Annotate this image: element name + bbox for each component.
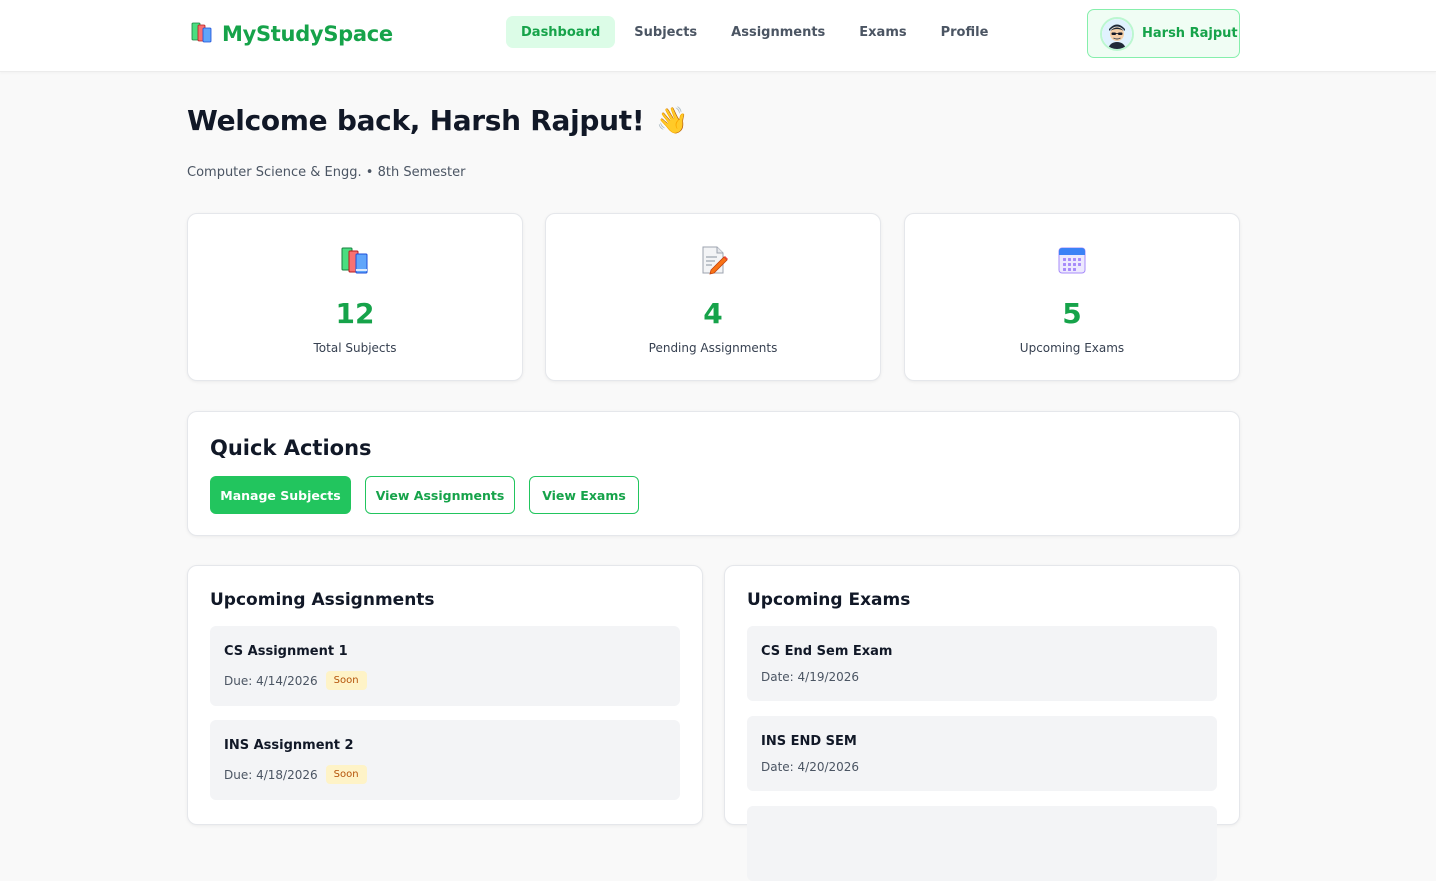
assignment-title: CS Assignment 1 [224,644,348,659]
quick-actions-panel: Quick Actions Manage Subjects View Assig… [187,411,1240,536]
status-badge: Soon [325,671,367,690]
stat-value: 5 [1062,297,1082,330]
exam-item-partial[interactable] [747,806,1217,881]
calendar-icon [905,244,1239,276]
assignment-item[interactable]: INS Assignment 2 Due: 4/18/2026 Soon [210,720,680,800]
manage-subjects-button[interactable]: Manage Subjects [210,476,351,514]
stat-value: 12 [335,297,375,330]
status-badge: Soon [325,765,367,784]
stat-card-subjects: 12 Total Subjects [187,213,523,381]
upcoming-exams-title: Upcoming Exams [747,590,911,610]
memo-icon [546,244,880,276]
top-navbar: MyStudySpace Dashboard Subjects Assignme… [0,0,1436,72]
nav-exams[interactable]: Exams [844,16,921,48]
stat-card-exams: 5 Upcoming Exams [904,213,1240,381]
upcoming-exams-panel: Upcoming Exams CS End Sem Exam Date: 4/1… [724,565,1240,881]
assignment-meta: Due: 4/14/2026 Soon [224,671,367,690]
stat-card-assignments: 4 Pending Assignments [545,213,881,381]
exam-date: Date: 4/20/2026 [761,760,860,774]
books-icon [188,244,522,276]
assignment-title: INS Assignment 2 [224,738,354,753]
waving-hand-icon: 👋 [656,105,689,136]
user-name: Harsh Rajput [1142,26,1238,41]
page-title: Welcome back, Harsh Rajput! 👋 [187,104,689,137]
assignment-due-date: Due: 4/18/2026 [224,767,318,782]
brand-logo-link[interactable]: MyStudySpace [190,20,393,48]
assignment-item[interactable]: CS Assignment 1 Due: 4/14/2026 Soon [210,626,680,706]
nav-dashboard[interactable]: Dashboard [506,16,616,48]
exam-title: INS END SEM [761,734,857,749]
stat-label: Upcoming Exams [1019,341,1125,355]
assignment-due-date: Due: 4/14/2026 [224,673,318,688]
exam-item[interactable]: INS END SEM Date: 4/20/2026 [747,716,1217,791]
stat-label: Pending Assignments [648,341,778,355]
view-exams-button[interactable]: View Exams [529,476,639,514]
stat-value: 4 [703,297,723,330]
avatar-icon [1100,16,1134,51]
upcoming-assignments-title: Upcoming Assignments [210,590,435,610]
welcome-text: Welcome back, Harsh Rajput! [187,104,645,137]
view-assignments-button[interactable]: View Assignments [365,476,515,514]
nav-profile[interactable]: Profile [926,16,1004,48]
nav-assignments[interactable]: Assignments [716,16,840,48]
exam-title: CS End Sem Exam [761,644,893,659]
exam-date: Date: 4/19/2026 [761,670,860,684]
quick-actions-title: Quick Actions [210,436,372,460]
nav-subjects[interactable]: Subjects [619,16,712,48]
upcoming-assignments-panel: Upcoming Assignments CS Assignment 1 Due… [187,565,703,825]
exam-item[interactable]: CS End Sem Exam Date: 4/19/2026 [747,626,1217,701]
user-profile-button[interactable]: Harsh Rajput [1087,9,1240,58]
assignment-meta: Due: 4/18/2026 Soon [224,765,367,784]
stat-label: Total Subjects [313,341,397,355]
student-program-info: Computer Science & Engg. • 8th Semester [187,165,466,180]
brand-name: MyStudySpace [222,22,393,46]
books-icon [190,20,214,48]
main-nav: Dashboard Subjects Assignments Exams Pro… [506,16,1003,48]
